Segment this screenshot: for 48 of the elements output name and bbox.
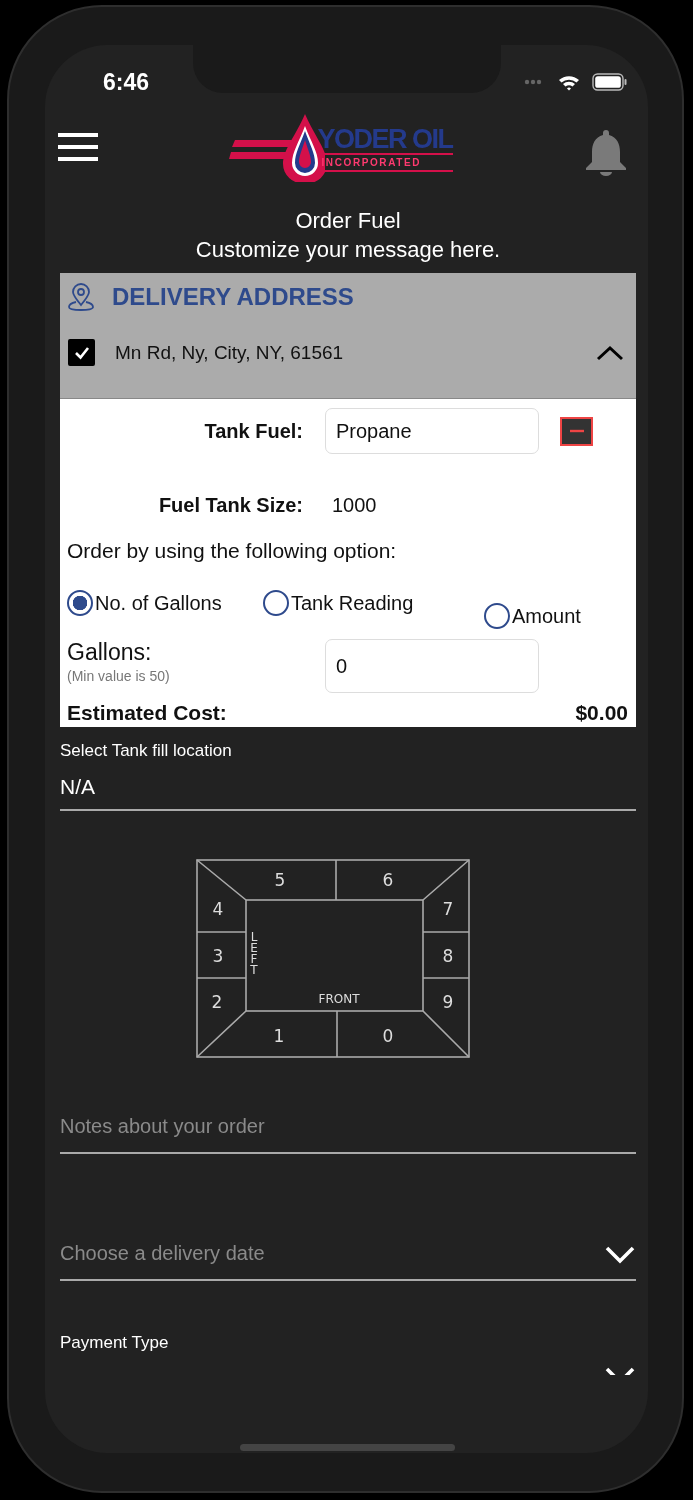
zone-label[interactable]: 8 — [442, 946, 454, 966]
bell-icon[interactable] — [584, 128, 628, 176]
address-checkbox[interactable] — [68, 339, 95, 366]
location-pin-icon — [68, 283, 94, 311]
radio-button[interactable] — [484, 603, 510, 629]
page-subtitle: Customize your message here. — [194, 236, 502, 264]
order-option-label: Order by using the following option: — [67, 539, 398, 563]
zone-label[interactable]: 3 — [212, 946, 224, 966]
zone-label[interactable]: 0 — [382, 1026, 394, 1046]
zone-label[interactable]: 1 — [273, 1026, 285, 1046]
address-text: Mn Rd, Ny, City, NY, 61561 — [115, 341, 345, 364]
hint-text: (Min value is 50) — [67, 668, 171, 684]
cost-value: $0.00 — [575, 701, 628, 725]
field-label: Fuel Tank Size: — [157, 493, 303, 517]
zone-label[interactable]: 2 — [211, 992, 223, 1012]
notes-field[interactable]: Notes about your order — [60, 1115, 636, 1154]
minus-icon — [569, 429, 584, 433]
page-title: Order Fuel — [294, 207, 402, 235]
radio-button[interactable] — [67, 590, 93, 616]
wifi-icon — [558, 73, 580, 91]
chevron-up-icon[interactable] — [596, 344, 624, 361]
gallons-field[interactable]: 0 — [325, 639, 539, 693]
date-field[interactable]: Choose a delivery date — [60, 1242, 636, 1281]
cost-label: Estimated Cost: — [67, 701, 227, 725]
field-label: Tank Fuel: — [203, 419, 303, 443]
side-label: FRONT — [318, 992, 360, 1006]
remove-button[interactable] — [560, 416, 593, 446]
zone-label[interactable]: 5 — [274, 870, 286, 890]
zone-label[interactable]: 4 — [212, 899, 224, 919]
radio-button[interactable] — [263, 590, 289, 616]
battery-icon — [592, 73, 628, 91]
tank-fuel-field[interactable]: Propane — [325, 408, 539, 454]
status-time: 6:46 — [103, 68, 150, 96]
logo-name: YODER OIL — [317, 125, 453, 155]
radio-label: Tank Reading — [291, 591, 414, 615]
field-label: Gallons: — [67, 639, 153, 666]
zone-label[interactable]: 6 — [382, 870, 394, 890]
side-label: LEFT — [250, 930, 258, 977]
radio-label: Amount — [512, 604, 581, 628]
tank-size-value: 1000 — [332, 493, 377, 517]
section-heading: DELIVERY ADDRESS — [112, 283, 354, 311]
radio-label: No. of Gallons — [95, 591, 222, 615]
field-label: Select Tank fill location — [60, 741, 233, 761]
zone-label[interactable]: 7 — [442, 899, 454, 919]
zone-label[interactable]: 9 — [442, 992, 454, 1012]
field-label: Payment Type — [60, 1333, 170, 1353]
fill-location-field[interactable]: N/A — [60, 761, 636, 811]
menu-icon[interactable] — [58, 132, 98, 162]
